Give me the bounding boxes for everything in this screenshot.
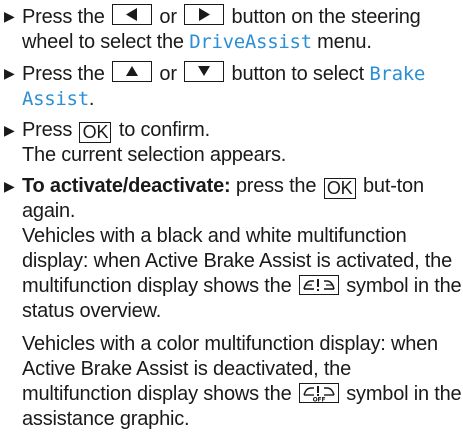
ok-button-icon: OK — [323, 178, 356, 199]
down-arrow-button-icon — [184, 61, 225, 82]
menu-name-driveassist: DriveAssist — [189, 31, 312, 53]
brake-assist-off-symbol-icon: OFF — [298, 383, 339, 403]
step-4: ▶ To activate/deactivate: press the OK b… — [2, 174, 463, 432]
paragraph-color-display: Vehicles with a color multifunction disp… — [22, 332, 463, 432]
step-4-heading: To activate/deactivate: — [22, 175, 231, 197]
bullet-icon: ▶ — [4, 122, 15, 138]
step-2-text-pre: Press the — [22, 63, 105, 85]
paragraph-bw-display: Vehicles with a black and white multifun… — [22, 224, 463, 324]
step-1-text-pre: Press the — [22, 6, 105, 28]
up-arrow-button-icon — [112, 61, 153, 82]
step-1: ▶ Press the or button on the steering wh… — [2, 4, 463, 55]
bullet-icon: ▶ — [4, 178, 15, 194]
step-3: ▶ Press OK to confirm. The current selec… — [2, 118, 463, 168]
instruction-page: ▶ Press the or button on the steering wh… — [0, 0, 463, 431]
brake-assist-symbol-icon — [298, 275, 339, 295]
step-4-text-pre: press the — [235, 175, 317, 197]
right-arrow-button-icon — [184, 4, 225, 25]
left-arrow-button-icon — [112, 4, 153, 25]
svg-text:OFF: OFF — [313, 397, 326, 403]
step-1-text-end: menu. — [317, 31, 372, 53]
step-2-text-post: button to select — [231, 63, 365, 85]
bullet-icon: ▶ — [4, 8, 15, 24]
step-3-text-post: to confirm. — [118, 119, 211, 141]
step-2: ▶ Press the or button to select Brake As… — [2, 61, 463, 112]
step-3-text-pre: Press — [22, 119, 73, 141]
bullet-icon: ▶ — [4, 65, 15, 81]
ok-button-icon: OK — [79, 122, 112, 143]
step-2-text-end: . — [88, 88, 95, 110]
step-3-result: The current selection appears. — [22, 144, 287, 166]
step-1-text-mid: or — [159, 6, 177, 28]
step-2-text-mid: or — [159, 63, 177, 85]
